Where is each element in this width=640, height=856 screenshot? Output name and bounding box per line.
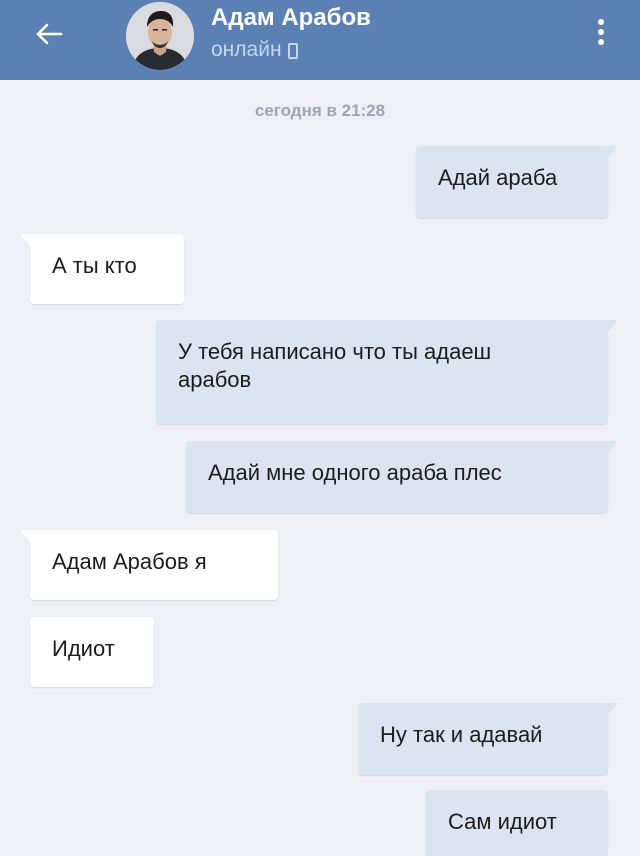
chat-header: Адам Арабов онлайн [0,0,640,80]
message-text: Идиот [52,636,115,661]
more-options-button[interactable] [586,12,616,52]
message-text: У тебя написано что ты адаеш арабов [178,339,492,392]
bubble-tail [606,320,618,334]
date-separator: сегодня в 21:28 [254,101,386,120]
bubble-tail [606,146,618,160]
message-outgoing[interactable]: Адай араба [416,146,618,218]
phone-icon [287,43,298,59]
message-incoming[interactable]: Адам Арабов я [20,530,278,600]
message-text: А ты кто [52,253,137,278]
bubble-tail [606,441,618,455]
message-text: Ну так и адавай [380,722,543,747]
message-outgoing[interactable]: Адай мне одного араба плес [186,441,618,513]
message-outgoing[interactable]: Ну так и адавай [358,703,618,775]
bubble-tail [20,530,32,544]
message-outgoing[interactable]: Сам идиот [426,790,608,856]
message-text: Адай мне одного араба плес [208,460,502,485]
more-vertical-icon [598,19,604,25]
status-text: онлайн [211,38,282,61]
message-text: Сам идиот [448,809,557,834]
message-text: Адай араба [438,165,558,190]
online-status: онлайн [211,38,298,62]
message-outgoing[interactable]: У тебя написано что ты адаеш арабов [156,320,618,424]
bubble-tail [20,234,32,248]
bubble-tail [606,703,618,717]
back-button[interactable] [26,16,72,56]
avatar[interactable] [126,2,194,70]
message-incoming[interactable]: Идиот [30,617,154,687]
message-text: Адам Арабов я [52,549,207,574]
message-incoming[interactable]: А ты кто [20,234,184,304]
arrow-left-icon [34,22,64,51]
contact-name[interactable]: Адам Арабов [211,4,371,32]
